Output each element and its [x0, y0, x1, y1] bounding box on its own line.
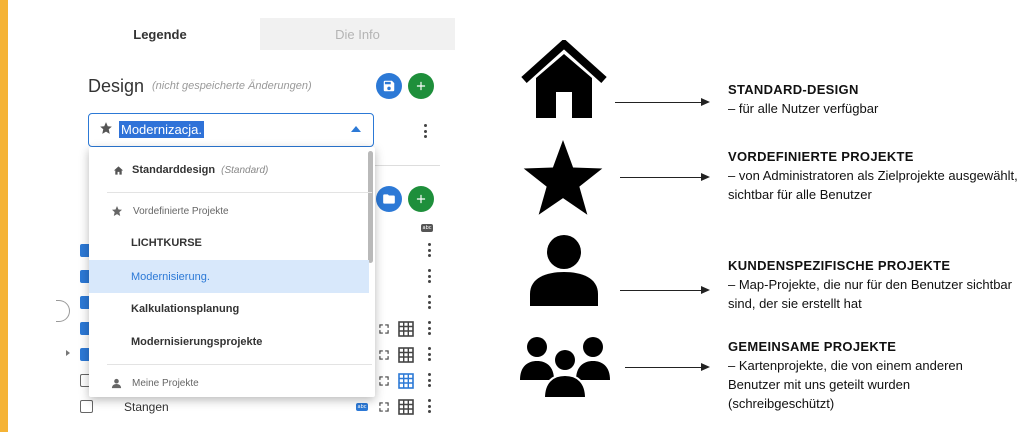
- label-badge-icon: abc: [356, 403, 368, 411]
- add-layer-button[interactable]: [408, 186, 434, 212]
- tab-legende[interactable]: Legende: [60, 18, 260, 50]
- legend-arrow: [615, 102, 703, 103]
- menu-item-hint: (Standard): [221, 164, 269, 176]
- legend-description: – Map-Projekte, die nur für den Benutzer…: [728, 277, 1012, 311]
- menu-group-label: Vordefinierte Projekte: [133, 205, 229, 217]
- screenshot-root: Legende Die Info Design (nicht gespeiche…: [0, 0, 1024, 432]
- menu-group-predefined: Vordefinierte Projekte: [89, 195, 369, 227]
- save-icon: [383, 80, 395, 92]
- design-select[interactable]: Modernizacja.: [88, 113, 374, 147]
- legend-arrow: [620, 177, 702, 178]
- legend-arrow-head: [701, 173, 710, 181]
- menu-separator: [107, 192, 372, 193]
- design-title: Design: [88, 76, 145, 96]
- caret-up-icon[interactable]: [351, 126, 361, 132]
- legend-arrow-head: [701, 286, 710, 294]
- plus-icon: [416, 194, 426, 204]
- design-menu-kebab-icon[interactable]: [420, 122, 430, 140]
- legend-description: – Kartenprojekte, die von einem anderen …: [728, 358, 963, 411]
- home-icon: [113, 165, 124, 175]
- design-select-value: Modernizacja.: [119, 121, 204, 138]
- expand-arrow-icon[interactable]: [66, 350, 70, 356]
- fullscreen-icon[interactable]: [377, 348, 391, 362]
- layer-menu-kebab-icon[interactable]: [424, 371, 434, 389]
- table-icon[interactable]: [398, 347, 414, 363]
- menu-group-label: Meine Projekte: [132, 377, 199, 389]
- fullscreen-icon[interactable]: [377, 374, 391, 388]
- menu-item-standard-design[interactable]: Standarddesign (Standard): [89, 154, 369, 186]
- accent-bar: [0, 0, 8, 432]
- star-icon: [100, 122, 112, 134]
- legend-description: – für alle Nutzer verfügbar: [728, 101, 879, 116]
- legend-title: STANDARD-DESIGN: [728, 82, 859, 97]
- table-icon[interactable]: [398, 321, 414, 337]
- star-icon: [523, 140, 603, 215]
- menu-item-project-selected[interactable]: Modernisierung.: [89, 260, 369, 293]
- save-button[interactable]: [376, 73, 402, 99]
- design-unsaved-note: (nicht gespeicherte Änderungen): [152, 80, 312, 92]
- tab-die-info[interactable]: Die Info: [260, 18, 455, 50]
- add-folder-button[interactable]: [376, 186, 402, 212]
- layer-menu-kebab-icon[interactable]: [424, 293, 434, 311]
- layer-menu-kebab-icon[interactable]: [424, 397, 434, 415]
- panel-collapse-handle[interactable]: [56, 300, 70, 322]
- legend-title: GEMEINSAME PROJEKTE: [728, 339, 897, 354]
- menu-item-label: Standarddesign: [132, 164, 216, 176]
- group-icon: [520, 337, 610, 398]
- menu-item-label: LICHTKURSE: [131, 237, 202, 249]
- legend-arrow-head: [701, 363, 710, 371]
- menu-separator: [107, 364, 372, 365]
- legend-arrow: [625, 367, 702, 368]
- divider: [372, 165, 440, 166]
- layer-checkbox[interactable]: [80, 400, 93, 413]
- legend-title: VORDEFINIERTE PROJEKTE: [728, 149, 914, 164]
- legend-arrow: [620, 290, 702, 291]
- legend-title: KUNDENSPEZIFISCHE PROJEKTE: [728, 258, 951, 273]
- layer-menu-kebab-icon[interactable]: [424, 241, 434, 259]
- person-icon: [111, 378, 122, 388]
- menu-item-project[interactable]: Modernisierungsprojekte: [89, 326, 369, 358]
- person-icon: [530, 235, 598, 306]
- menu-item-label: Kalkulationsplanung: [131, 303, 240, 315]
- design-dropdown-menu: Standarddesign (Standard) Vordefinierte …: [89, 147, 375, 397]
- menu-item-label: Modernisierungsprojekte: [131, 336, 263, 348]
- label-badge-icon: abc: [421, 224, 433, 232]
- layer-menu-kebab-icon[interactable]: [424, 319, 434, 337]
- folder-icon: [383, 194, 395, 204]
- star-icon: [112, 206, 122, 216]
- layer-label: Stangen: [124, 400, 169, 414]
- menu-item-project[interactable]: Kalkulationsplanung: [89, 293, 369, 325]
- menu-item-label: Modernisierung.: [131, 270, 210, 283]
- layer-menu-kebab-icon[interactable]: [424, 345, 434, 363]
- table-icon-active[interactable]: [398, 373, 414, 389]
- fullscreen-icon[interactable]: [377, 400, 391, 414]
- layer-menu-kebab-icon[interactable]: [424, 267, 434, 285]
- menu-group-mine: Meine Projekte: [89, 367, 369, 397]
- plus-icon: [416, 81, 426, 91]
- home-icon: [521, 40, 607, 118]
- legend-description: – von Administratoren als Zielprojekte a…: [728, 168, 1018, 202]
- legend-arrow-head: [701, 98, 710, 106]
- table-icon[interactable]: [398, 399, 414, 415]
- add-design-button[interactable]: [408, 73, 434, 99]
- menu-item-project[interactable]: LICHTKURSE: [89, 227, 369, 259]
- fullscreen-icon[interactable]: [377, 322, 391, 336]
